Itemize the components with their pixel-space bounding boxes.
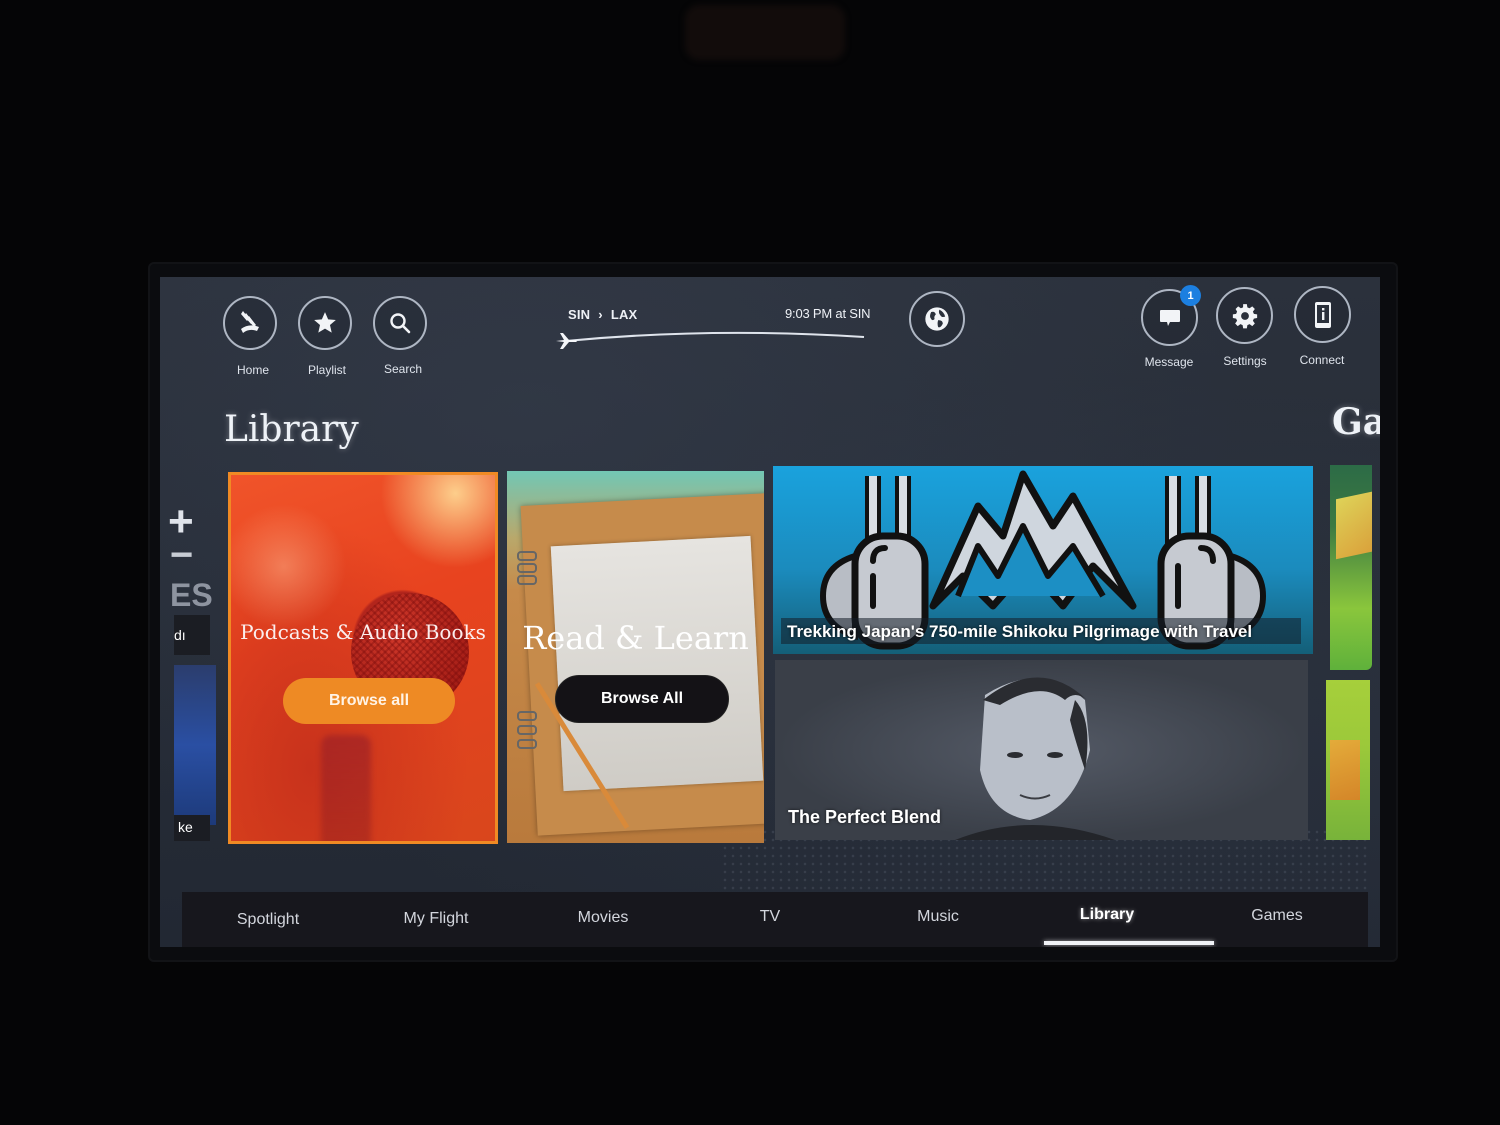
connect-label: Connect bbox=[1299, 353, 1345, 367]
minus-icon: − bbox=[170, 533, 194, 577]
gear-icon bbox=[1232, 303, 1257, 328]
tab-movies[interactable]: Movies bbox=[578, 909, 629, 927]
connect-button[interactable] bbox=[1294, 286, 1351, 343]
airplane-icon bbox=[556, 333, 577, 349]
microphone-handle-image bbox=[321, 735, 371, 841]
peek-tile[interactable] bbox=[174, 665, 216, 825]
tile-caption: Trekking Japan's 750-mile Shikoku Pilgri… bbox=[787, 622, 1253, 641]
active-tab-indicator bbox=[1044, 941, 1214, 945]
tab-my-flight[interactable]: My Flight bbox=[404, 910, 469, 928]
local-time: 9:03 PM at SIN bbox=[785, 306, 871, 321]
game-logo-art bbox=[1336, 490, 1372, 560]
flight-progress-path bbox=[556, 331, 865, 349]
tab-library[interactable]: Library bbox=[1080, 906, 1134, 924]
spiral-ring bbox=[517, 725, 537, 735]
browse-all-button[interactable]: Browse all bbox=[283, 678, 455, 724]
search-button[interactable] bbox=[373, 296, 427, 350]
tile-game-peek[interactable] bbox=[1326, 680, 1370, 840]
tile-caption: The Perfect Blend bbox=[788, 807, 942, 827]
peek-tile-text: ke bbox=[178, 819, 193, 835]
flight-route: SIN › LAX bbox=[568, 307, 637, 322]
star-icon bbox=[314, 312, 336, 333]
playlist-button[interactable] bbox=[298, 296, 352, 350]
tile-title: Podcasts & Audio Books bbox=[240, 620, 486, 644]
search-label: Search bbox=[383, 362, 423, 376]
section-title-games-peek[interactable]: Ga bbox=[1332, 401, 1380, 443]
peek-tile-text: dı bbox=[174, 627, 186, 643]
peek-text: ES bbox=[170, 577, 213, 613]
tile-perfect-blend[interactable]: The Perfect Blend bbox=[775, 660, 1308, 840]
message-icon bbox=[1159, 309, 1180, 326]
message-badge: 1 bbox=[1180, 285, 1201, 306]
tab-games[interactable]: Games bbox=[1251, 907, 1303, 925]
airline-logo-icon bbox=[241, 311, 259, 333]
settings-button[interactable] bbox=[1216, 287, 1273, 344]
seatback-camera bbox=[685, 5, 845, 60]
tile-trekking-japan[interactable]: Trekking Japan's 750-mile Shikoku Pilgri… bbox=[773, 466, 1313, 654]
origin-code: SIN bbox=[568, 307, 591, 322]
game-logo-art bbox=[1330, 740, 1360, 800]
spiral-ring bbox=[517, 575, 537, 585]
tab-music[interactable]: Music bbox=[917, 908, 959, 926]
tile-title: Read & Learn bbox=[522, 619, 749, 657]
tab-tv[interactable]: TV bbox=[760, 908, 780, 926]
route-separator: › bbox=[598, 307, 603, 322]
tile-game-peek[interactable] bbox=[1330, 465, 1372, 670]
peek-tile[interactable]: dı bbox=[174, 615, 210, 655]
globe-icon bbox=[925, 307, 949, 331]
ife-screen: Home Playlist Search SIN › LAX 9:03 PM at … bbox=[160, 277, 1380, 947]
globe-button[interactable] bbox=[909, 291, 965, 347]
bottom-tab-bar: Spotlight My Flight Movies TV Music Libr… bbox=[182, 892, 1368, 947]
previous-section-peek: + − ES dı ke bbox=[160, 477, 220, 847]
search-icon bbox=[390, 313, 411, 334]
section-title-library: Library bbox=[224, 409, 359, 450]
tab-spotlight[interactable]: Spotlight bbox=[237, 911, 299, 929]
home-button[interactable] bbox=[223, 296, 277, 350]
tile-read-learn[interactable]: Read & Learn Browse All bbox=[507, 471, 764, 843]
spiral-ring bbox=[517, 551, 537, 561]
tile-podcasts-audiobooks[interactable]: Podcasts & Audio Books Browse all bbox=[228, 472, 498, 844]
peek-tile[interactable]: ke bbox=[174, 815, 210, 841]
browse-all-button[interactable]: Browse All bbox=[555, 675, 729, 723]
destination-code: LAX bbox=[610, 307, 638, 322]
spiral-ring bbox=[517, 739, 537, 749]
spiral-ring bbox=[517, 711, 537, 721]
phone-info-icon bbox=[1314, 301, 1331, 328]
spiral-ring bbox=[517, 563, 537, 573]
